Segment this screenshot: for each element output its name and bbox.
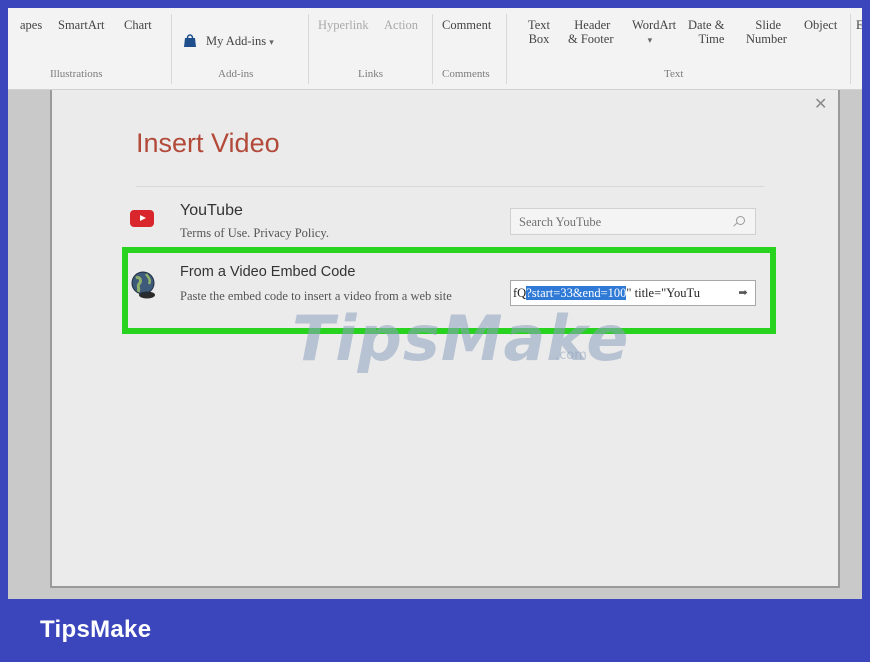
youtube-search-input[interactable]: Search YouTube (510, 208, 756, 235)
ribbon-separator (850, 14, 851, 84)
brand-bar: TipsMake (0, 599, 870, 662)
comment-button[interactable]: Comment (442, 18, 491, 32)
textbox-button[interactable]: Text Box (528, 18, 550, 46)
wordart-button[interactable]: WordArt ▾ (632, 18, 676, 47)
slide-number-label-1: Slide (755, 18, 782, 32)
ribbon-separator (171, 14, 172, 84)
close-icon[interactable]: ✕ (814, 96, 827, 112)
search-icon[interactable] (736, 216, 745, 225)
date-time-label-1: Date & (688, 18, 725, 32)
shapes-button[interactable]: apes (20, 18, 42, 32)
chart-button[interactable]: Chart (124, 18, 152, 32)
header-footer-button[interactable]: Header & Footer (568, 18, 613, 46)
illustrations-group-label: Illustrations (50, 68, 103, 80)
insert-ribbon: apes SmartArt Chart Illustrations My Add… (8, 8, 862, 90)
object-button[interactable]: Object (804, 18, 837, 32)
brand-name: TipsMake (40, 616, 152, 643)
ribbon-separator (308, 14, 309, 84)
chevron-down-icon: ▾ (269, 37, 274, 47)
addins-group-label: Add-ins (218, 68, 254, 80)
ribbon-separator (506, 14, 507, 84)
ribbon-separator (432, 14, 433, 84)
youtube-title: YouTube (180, 202, 243, 219)
youtube-terms-link[interactable]: Terms of Use. Privacy Policy. (180, 226, 329, 241)
youtube-search-placeholder: Search YouTube (519, 215, 602, 229)
frame-right-border (862, 0, 870, 662)
frame-top-border (0, 0, 870, 8)
comments-group-label: Comments (442, 68, 490, 80)
header-footer-label-1: Header (574, 18, 611, 32)
watermark-text: TipsMake (292, 302, 630, 375)
date-time-label-2: Time (698, 32, 725, 46)
youtube-icon (130, 210, 154, 227)
dialog-title: Insert Video (136, 128, 280, 158)
watermark-suffix: .com (555, 348, 587, 363)
textbox-label-1: Text (528, 18, 551, 32)
textbox-label-2: Box (528, 32, 550, 46)
links-group-label: Links (358, 68, 384, 80)
chevron-down-icon: ▾ (647, 35, 653, 45)
hyperlink-button[interactable]: Hyperlink (318, 18, 369, 32)
slide-number-label-2: Number (746, 32, 787, 46)
title-divider (136, 186, 764, 187)
header-footer-label-2: & Footer (568, 32, 614, 46)
text-group-label: Text (664, 68, 684, 80)
truncated-ribbon-button[interactable]: E (856, 18, 862, 32)
frame-left-border (0, 0, 8, 662)
my-addins-button[interactable]: My Add-ins ▾ (206, 34, 274, 49)
slide-number-button[interactable]: Slide Number (746, 18, 787, 46)
wordart-label: WordArt (632, 18, 677, 32)
store-bag-icon (184, 34, 196, 47)
my-addins-label: My Add-ins (206, 34, 267, 48)
smartart-button[interactable]: SmartArt (58, 18, 105, 32)
date-time-button[interactable]: Date & Time (688, 18, 724, 46)
action-button[interactable]: Action (384, 18, 418, 32)
